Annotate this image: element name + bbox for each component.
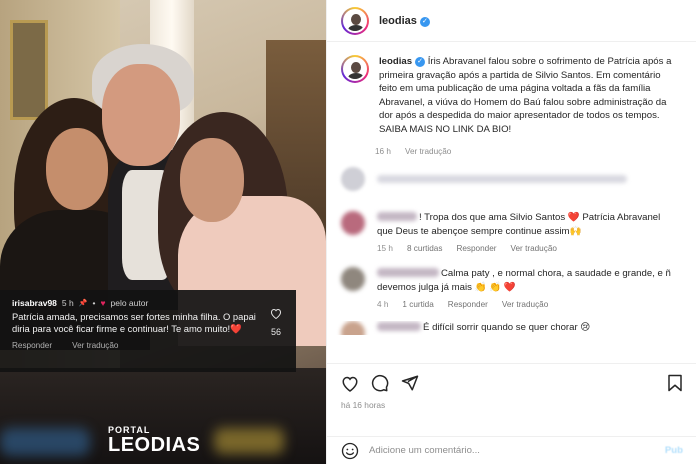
comment-text: É difícil sorrir quando se quer chorar 😢 bbox=[377, 321, 677, 335]
comment-meta: 15 h 8 curtidas Responder Ver tradução bbox=[377, 244, 677, 253]
comment-text: Calma paty , e normal chora, a saudade e… bbox=[377, 267, 671, 293]
photo-person-center-face bbox=[102, 64, 180, 166]
pinned-comment-username[interactable]: irisabrav98 bbox=[12, 298, 57, 308]
publish-button[interactable]: Pub bbox=[665, 445, 683, 456]
pinned-by-author: pelo autor bbox=[110, 298, 149, 308]
comment-text: ! Tropa dos que ama Silvio Santos ❤️ Pat… bbox=[377, 211, 661, 237]
emoji-icon[interactable] bbox=[341, 442, 359, 460]
comment-likes[interactable]: 8 curtidas bbox=[407, 244, 443, 253]
comment-translate-link[interactable]: Ver tradução bbox=[502, 300, 548, 309]
photo-painting-frame bbox=[10, 20, 48, 120]
pinned-reply-link[interactable]: Responder bbox=[12, 341, 52, 350]
blurred-text bbox=[377, 174, 627, 183]
header-username[interactable]: leodias ✓ bbox=[379, 15, 430, 27]
pinned-comment-text: Patrícia amada, precisamos ser fortes mi… bbox=[12, 311, 256, 334]
comment-meta: 4 h 1 curtida Responder Ver tradução bbox=[377, 300, 677, 309]
comment-time: 15 h bbox=[377, 243, 393, 253]
comment-reply-link[interactable]: Responder bbox=[448, 300, 488, 309]
heart-small-icon: ♥ bbox=[100, 298, 106, 308]
pinned-like-count: 56 bbox=[270, 327, 281, 337]
pinned-comment-like[interactable]: 56 bbox=[270, 308, 282, 337]
caption-body: leodias ✓ Íris Abravanel falou sobre o so… bbox=[379, 55, 677, 137]
photo-person-right-face bbox=[180, 138, 244, 222]
caption-time: 16 h bbox=[375, 146, 391, 156]
portal-leodias-watermark: PORTAL LEODIAS bbox=[108, 426, 201, 456]
comment-item: Calma paty , e normal chora, a saudade e… bbox=[327, 266, 696, 309]
blurred-username bbox=[377, 267, 439, 277]
caption-meta: 16 h Ver tradução bbox=[375, 147, 696, 156]
pinned-comment-card: irisabrav98 5 h 📌 • ♥ pelo autor Patríci… bbox=[0, 290, 296, 372]
comment-icon[interactable] bbox=[371, 374, 389, 392]
verified-icon: ✓ bbox=[419, 16, 430, 27]
share-icon[interactable] bbox=[401, 374, 419, 392]
pinned-comment-time: 5 h bbox=[61, 298, 74, 308]
pinned-comment-header: irisabrav98 5 h 📌 • ♥ pelo autor bbox=[12, 298, 286, 308]
photo-person-left-face bbox=[46, 128, 108, 210]
blurred-comment-row bbox=[341, 166, 696, 191]
blurred-logo-left bbox=[0, 428, 90, 456]
pinned-translate-link[interactable]: Ver tradução bbox=[72, 341, 118, 350]
blurred-username bbox=[377, 321, 421, 331]
caption-text: Íris Abravanel falou sobre o sofrimento … bbox=[379, 56, 672, 135]
heart-outline-icon[interactable] bbox=[270, 308, 282, 319]
action-icons bbox=[341, 374, 683, 392]
post-side-panel: leodias ✓ leodias ✓ Íris Abravanel falou s… bbox=[326, 0, 696, 464]
comment-time: 4 h bbox=[377, 299, 389, 309]
bookmark-icon[interactable] bbox=[667, 374, 683, 392]
post-actions: há 16 horas bbox=[327, 363, 696, 410]
post-time: há 16 horas bbox=[341, 400, 386, 410]
comment-avatar[interactable] bbox=[341, 266, 365, 291]
heart-icon[interactable] bbox=[341, 375, 359, 392]
post-caption: leodias ✓ Íris Abravanel falou sobre o so… bbox=[327, 42, 696, 137]
pinned-comment-actions: Responder Ver tradução bbox=[12, 341, 286, 350]
blurred-username bbox=[377, 211, 417, 221]
comment-item: ! Tropa dos que ama Silvio Santos ❤️ Pat… bbox=[327, 210, 696, 253]
verified-icon: ✓ bbox=[415, 57, 426, 67]
comment-avatar[interactable] bbox=[341, 320, 365, 335]
screenshot-root: irisabrav98 5 h 📌 • ♥ pelo autor Patríci… bbox=[0, 0, 696, 464]
post-header: leodias ✓ bbox=[327, 0, 696, 42]
pin-icon: 📌 bbox=[78, 300, 88, 307]
comment-avatar[interactable] bbox=[341, 210, 365, 235]
caption-username[interactable]: leodias bbox=[379, 56, 412, 67]
caption-avatar[interactable] bbox=[341, 55, 369, 83]
watermark-line2: LEODIAS bbox=[108, 434, 201, 456]
comment-reply-link[interactable]: Responder bbox=[456, 244, 496, 253]
caption-translate-link[interactable]: Ver tradução bbox=[405, 147, 451, 156]
post-photo[interactable]: irisabrav98 5 h 📌 • ♥ pelo autor Patríci… bbox=[0, 0, 326, 464]
add-comment-input[interactable] bbox=[369, 445, 629, 456]
avatar[interactable] bbox=[341, 6, 369, 35]
dot-separator: • bbox=[92, 298, 96, 308]
add-comment-bar: Pub bbox=[327, 436, 696, 464]
comment-item: É difícil sorrir quando se quer chorar 😢 bbox=[327, 320, 696, 335]
comment-likes[interactable]: 1 curtida bbox=[402, 300, 433, 309]
comment-translate-link[interactable]: Ver tradução bbox=[511, 244, 557, 253]
blurred-avatar bbox=[341, 166, 365, 191]
blurred-logo-right bbox=[214, 428, 284, 454]
